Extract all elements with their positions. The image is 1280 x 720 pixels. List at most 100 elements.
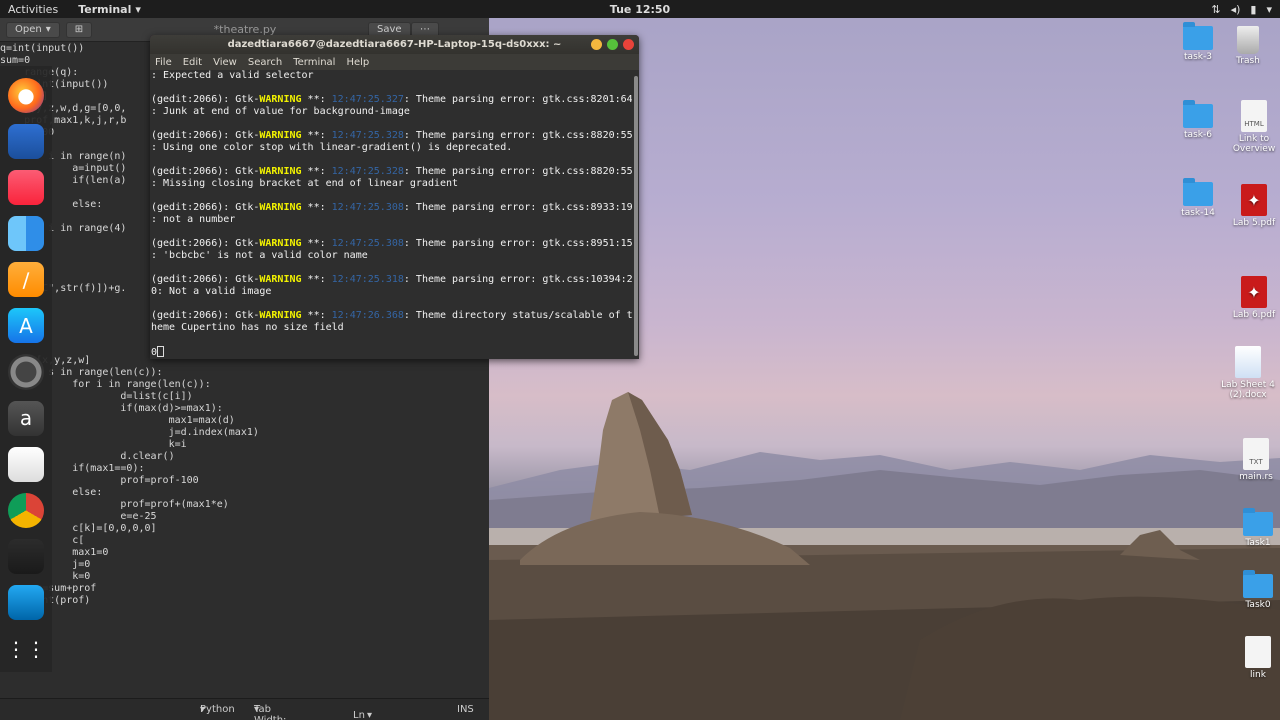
warning-separator: **: xyxy=(301,274,332,285)
desktop-icon[interactable]: task-6 xyxy=(1168,100,1228,140)
pdf-icon: ✦ xyxy=(1241,184,1267,216)
code-line: prof=prof+(max1*e) xyxy=(0,499,229,510)
desktop-icon[interactable]: TXT main.rs xyxy=(1226,438,1280,482)
warning-level: WARNING xyxy=(259,274,302,285)
warning-source: (gedit:2066): Gtk- xyxy=(151,310,260,321)
desktop-icon[interactable]: link xyxy=(1228,636,1280,680)
warning-separator: **: xyxy=(301,202,332,213)
desktop-icon[interactable]: Task0 xyxy=(1228,570,1280,610)
warning-level: WARNING xyxy=(259,310,302,321)
menu-item-edit[interactable]: Edit xyxy=(183,57,202,68)
desktop-icon-label: Task0 xyxy=(1245,600,1271,610)
language-selector[interactable]: Python ▾ xyxy=(200,704,235,715)
folder-icon xyxy=(1183,22,1213,50)
clock[interactable]: Tue 12:50 xyxy=(0,3,1280,16)
minimize-button[interactable] xyxy=(591,39,602,50)
open-button[interactable]: Open ▾ xyxy=(6,21,60,38)
terminal-output[interactable]: : Expected a valid selector (gedit:2066):… xyxy=(150,70,632,359)
save-button-label: Save xyxy=(377,24,402,35)
scrollbar-thumb[interactable] xyxy=(634,76,638,356)
settings-icon[interactable] xyxy=(8,123,44,159)
warning-source: (gedit:2066): Gtk- xyxy=(151,94,260,105)
warning-separator: **: xyxy=(301,94,332,105)
folder-icon xyxy=(1183,178,1213,206)
network-icon: ⇅ xyxy=(1211,2,1221,16)
terminal-title: dazedtiara6667@dazedtiara6667-HP-Laptop-… xyxy=(227,39,562,50)
menu-item-help[interactable]: Help xyxy=(346,57,369,68)
code-line: d=list(c[i]) xyxy=(0,391,193,402)
activities-button[interactable]: Activities xyxy=(0,3,66,16)
insert-mode[interactable]: INS xyxy=(457,704,474,715)
menu-item-search[interactable]: Search xyxy=(248,57,282,68)
firefox-icon[interactable]: ● xyxy=(8,77,44,113)
pencil-icon[interactable]: ∕ xyxy=(8,262,44,298)
maximize-button[interactable] xyxy=(607,39,618,50)
code-line: c[k]=[0,0,0,0] xyxy=(0,523,157,534)
music-icon[interactable] xyxy=(8,169,44,205)
warning-timestamp: 12:47:25.327 xyxy=(331,94,404,105)
warning-detail: : 'bcbcbc' is not a valid color name xyxy=(151,250,368,261)
warning-timestamp: 12:47:26.368 xyxy=(331,310,404,321)
chrome-icon[interactable] xyxy=(8,492,44,529)
text-cursor xyxy=(157,346,165,357)
menu-item-terminal[interactable]: Terminal xyxy=(293,57,335,68)
terminal-scrollbar[interactable] xyxy=(632,70,639,359)
code-line: for s in range(len(c)): xyxy=(0,367,163,378)
appstore-icon[interactable]: A xyxy=(8,308,44,344)
terminal-titlebar[interactable]: dazedtiara6667@dazedtiara6667-HP-Laptop-… xyxy=(150,35,639,54)
warning-level: WARNING xyxy=(259,202,302,213)
warning-timestamp: 12:47:25.308 xyxy=(331,202,404,213)
close-button[interactable] xyxy=(623,39,634,50)
desktop-icon[interactable]: ✦ Lab 6.pdf xyxy=(1224,276,1280,320)
warning-message: : Theme parsing error: gtk.css:8201:64 xyxy=(403,94,632,105)
warning-source: (gedit:2066): Gtk- xyxy=(151,166,260,177)
warning-message: : Theme parsing error: gtk.css:8933:19 xyxy=(403,202,632,213)
desktop-icon[interactable]: task-14 xyxy=(1168,178,1228,218)
warning-detail: : Using one color stop with linear-gradi… xyxy=(151,142,513,153)
chevron-down-icon: ▾ xyxy=(1266,2,1272,16)
code-line: e=e-25 xyxy=(0,511,157,522)
apps-grid-icon[interactable]: ⋮⋮ xyxy=(6,631,46,666)
system-tray[interactable]: ⇅ ◂) ▮ ▾ xyxy=(1211,0,1272,18)
file-icon: TXT xyxy=(1243,438,1269,470)
desktop-icon[interactable]: ✦ Lab 5.pdf xyxy=(1224,184,1280,228)
battery-icon: ▮ xyxy=(1250,2,1257,16)
warning-line: (gedit:2066): Gtk-WARNING **: 12:47:25.3… xyxy=(151,238,632,250)
desktop-icon[interactable]: Task1 xyxy=(1228,508,1280,548)
more-icon: ⋯ xyxy=(420,24,430,35)
desktop-icon-label: Link to Overview xyxy=(1232,134,1276,154)
document-icon[interactable] xyxy=(8,446,44,482)
desktop-icon[interactable]: HTML Link to Overview xyxy=(1224,100,1280,154)
warning-detail: heme Cupertino has no size field xyxy=(151,322,344,333)
folder-icon xyxy=(1243,508,1273,536)
terminal-window: dazedtiara6667@dazedtiara6667-HP-Laptop-… xyxy=(150,35,639,359)
menu-item-file[interactable]: File xyxy=(155,57,172,68)
desktop-icon-label: Lab 6.pdf xyxy=(1232,310,1276,320)
loader-icon[interactable] xyxy=(8,354,44,390)
desktop-icon[interactable]: Trash xyxy=(1218,26,1278,66)
finder-icon[interactable] xyxy=(8,215,44,252)
top-bar: Activities Terminal ▾ Tue 12:50 ⇅ ◂) ▮ ▾ xyxy=(0,0,1280,18)
status-bar: Python ▾ Tab Width: 8 ▾ Ln 41, Col 19 ▾ … xyxy=(0,698,489,720)
code-line: max1=0 xyxy=(0,547,109,558)
amazon-icon[interactable]: a xyxy=(8,400,44,436)
menu-item-view[interactable]: View xyxy=(213,57,237,68)
new-tab-button[interactable]: ⊞ xyxy=(65,21,93,38)
warning-line: (gedit:2066): Gtk-WARNING **: 12:47:25.3… xyxy=(151,166,632,178)
app-menu[interactable]: Terminal ▾ xyxy=(66,3,153,16)
chevron-down-icon: ▾ xyxy=(45,24,51,35)
vscode-icon[interactable] xyxy=(8,585,44,621)
warning-line: (gedit:2066): Gtk-WARNING **: 12:47:26.3… xyxy=(151,310,632,322)
desktop-icon-label: task-6 xyxy=(1184,130,1212,140)
warning-separator: **: xyxy=(301,166,332,177)
desktop-icon-label: Task1 xyxy=(1245,538,1271,548)
folder-icon xyxy=(1243,570,1273,598)
code-line: k=0 xyxy=(72,571,91,582)
terminal-icon[interactable] xyxy=(8,539,44,575)
warning-message: : Theme parsing error: gtk.css:8820:55 xyxy=(403,166,632,177)
warning-line: (gedit:2066): Gtk-WARNING **: 12:47:25.3… xyxy=(151,130,632,142)
warning-line: (gedit:2066): Gtk-WARNING **: 12:47:25.3… xyxy=(151,202,632,214)
tab-width-selector[interactable]: Tab Width: 8 ▾ xyxy=(254,704,286,720)
desktop-icon[interactable]: Lab Sheet 4 (2).docx xyxy=(1218,346,1278,400)
file-icon xyxy=(1245,636,1271,668)
